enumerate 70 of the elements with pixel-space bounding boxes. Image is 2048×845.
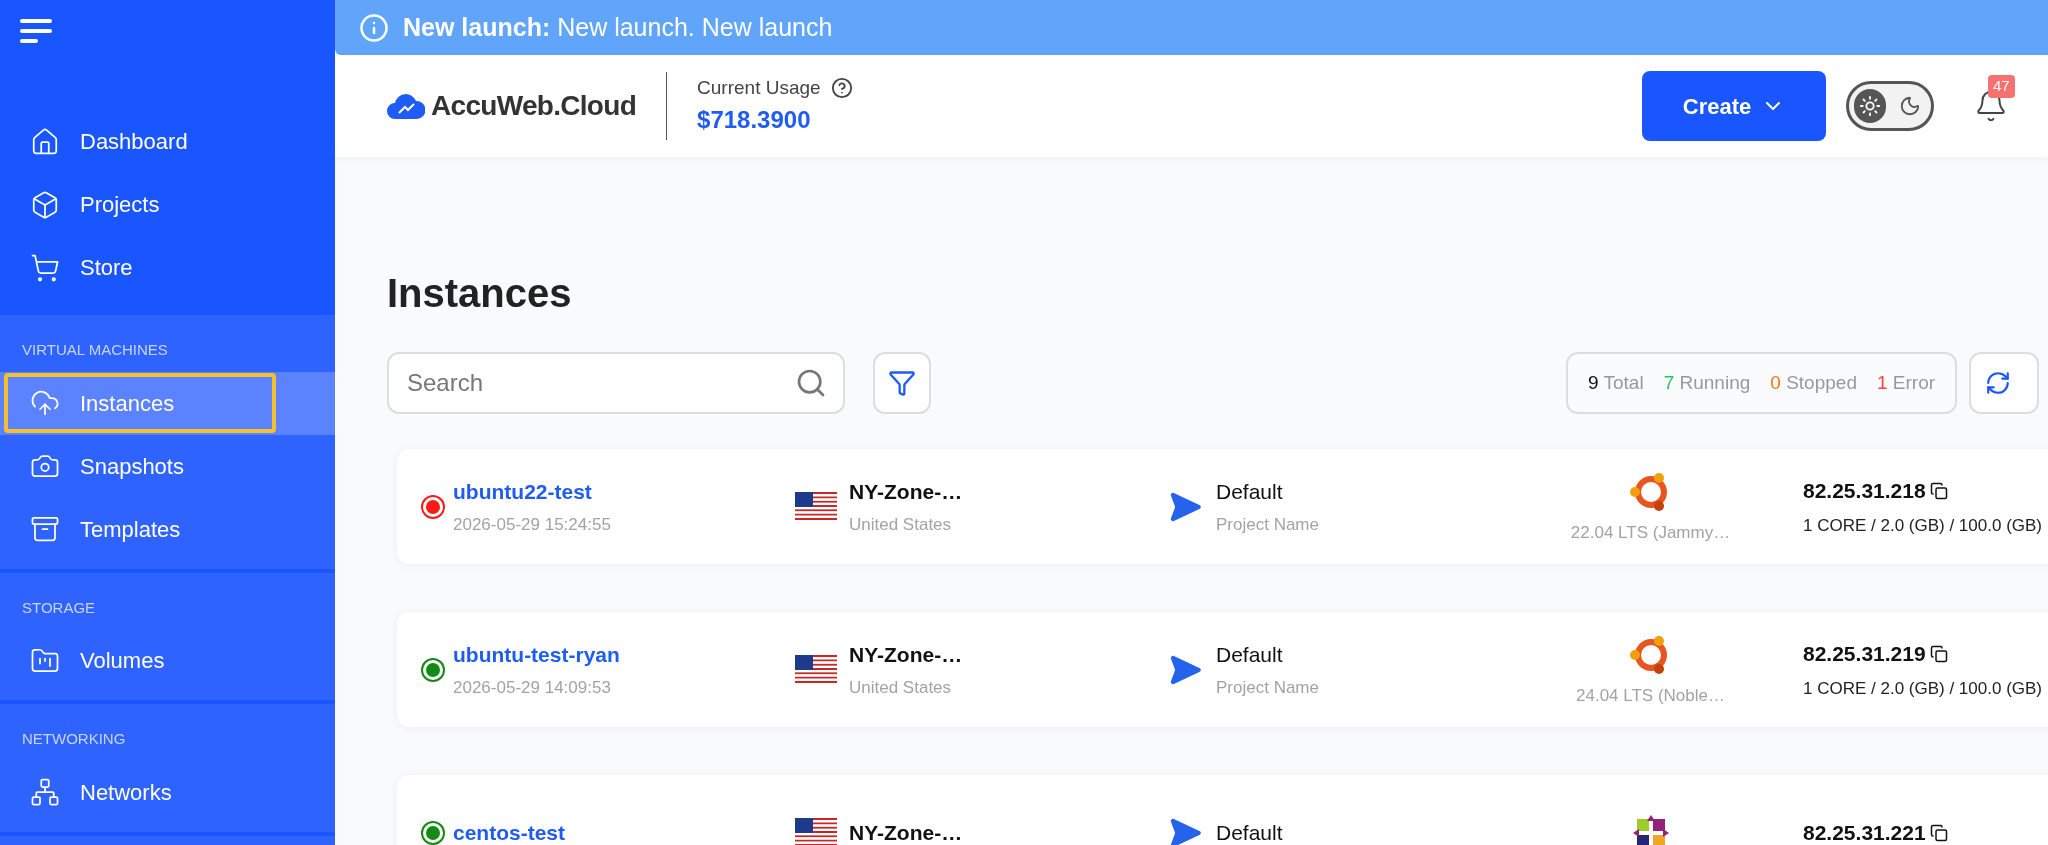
copy-icon[interactable] — [1929, 481, 1948, 500]
country-name: United States — [849, 676, 953, 699]
os-version: 22.04 LTS (Jammy… — [1570, 521, 1731, 544]
project-label: Project Name — [1216, 513, 1319, 536]
sidebar-item[interactable]: Projects — [4, 174, 276, 235]
sidebar-item[interactable]: Templates — [4, 499, 276, 559]
archive-icon — [30, 514, 60, 544]
page-title: Instances — [387, 270, 573, 317]
project-name: Default — [1216, 819, 1283, 845]
project-label: Project Name — [1216, 676, 1319, 699]
usage-label: Current Usage — [697, 75, 821, 100]
brand-logo: AccuWeb.Cloud — [431, 89, 637, 123]
instance-specs: 1 CORE / 2.0 (GB) / 100.0 (GB) — [1803, 677, 2043, 700]
sidebar-item[interactable]: Networks — [4, 762, 276, 822]
cart-icon — [30, 252, 60, 283]
centos-logo-icon — [1632, 814, 1669, 845]
menu-icon[interactable] — [20, 18, 54, 44]
search-field[interactable]: Search — [387, 352, 845, 414]
zone-name: NY-Zone-… — [849, 479, 963, 505]
section-heading: STORAGE — [21, 597, 97, 618]
sidebar-item[interactable]: Snapshots — [4, 436, 276, 496]
create-button[interactable]: Create — [1642, 71, 1826, 141]
info-icon — [359, 12, 389, 43]
ip-address: 82.25.31.219 — [1803, 641, 1926, 667]
os-version: 24.04 LTS (Noble… — [1576, 684, 1725, 707]
instance-name-link[interactable]: ubuntu22-test — [453, 476, 611, 508]
section-heading: NETWORKING — [21, 729, 127, 749]
zone-name: NY-Zone-… — [849, 642, 963, 668]
copy-icon[interactable] — [1929, 823, 1948, 842]
sidebar-item[interactable]: Store — [4, 237, 276, 298]
instance-name-link[interactable]: ubuntu-test-ryan — [453, 639, 620, 671]
instance-specs: 1 CORE / 2.0 (GB) / 100.0 (GB) — [1803, 514, 2043, 537]
cloud-logo-icon — [387, 93, 425, 119]
network-icon — [30, 777, 60, 807]
ip-address: 82.25.31.221 — [1803, 819, 1926, 845]
sidebar-item[interactable]: Volumes — [4, 630, 276, 691]
created-date: 2026-05-29 14:09:53 — [453, 676, 612, 699]
copy-icon[interactable] — [1929, 644, 1948, 663]
filter-icon — [888, 369, 916, 397]
country-name: United States — [849, 513, 953, 536]
flag-icon — [795, 491, 837, 522]
status-count: 1 Error — [1876, 370, 1936, 395]
sidebar-item[interactable]: Dashboard — [4, 111, 276, 172]
status-count: 9 Total — [1588, 370, 1644, 395]
theme-toggle[interactable] — [1846, 81, 1934, 131]
section-heading: VIRTUAL MACHINES — [21, 340, 169, 360]
instance-name-link[interactable]: centos-test — [453, 816, 566, 845]
cloud-icon — [30, 388, 60, 418]
ip-address: 82.25.31.218 — [1803, 478, 1926, 504]
help-icon[interactable] — [830, 77, 853, 99]
status-count: 0 Stopped — [1770, 370, 1857, 395]
banner-text: New launch: New launch. New launch — [403, 11, 833, 43]
sidebar-item[interactable]: Instances — [4, 373, 276, 433]
created-date: 2026-05-29 15:24:55 — [453, 513, 611, 536]
sun-icon — [1859, 95, 1881, 117]
project-name: Default — [1216, 642, 1284, 668]
flag-icon — [795, 654, 837, 685]
home-icon — [30, 126, 60, 157]
moon-icon — [1899, 95, 1921, 117]
bell-icon[interactable] — [1974, 89, 2008, 123]
cube-icon — [30, 189, 60, 220]
refresh-icon — [1985, 370, 2012, 396]
project-name: Default — [1216, 479, 1284, 505]
status-count: 7 Running — [1663, 370, 1751, 395]
search-icon — [795, 367, 827, 399]
refresh-button[interactable] — [1969, 352, 2040, 414]
notification-badge: 47 — [1988, 75, 2015, 98]
usage-value: $718.3900 — [697, 105, 812, 136]
filter-button[interactable] — [873, 352, 931, 414]
zone-name: NY-Zone-… — [849, 819, 963, 845]
